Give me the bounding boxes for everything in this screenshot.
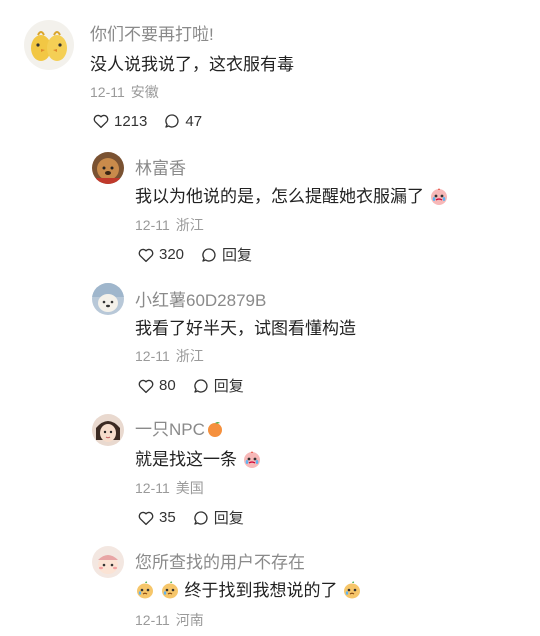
comment-text-row: 终于找到我想说的了 bbox=[135, 576, 362, 601]
reply-label: 回复 bbox=[213, 378, 244, 395]
comment-meta: 12-11 浙江 bbox=[135, 215, 204, 235]
comment-date: 12-11 bbox=[90, 84, 125, 100]
avatar[interactable] bbox=[24, 20, 74, 70]
comment-meta: 12-11 河南 bbox=[135, 610, 204, 630]
reply-count: 47 bbox=[185, 112, 203, 130]
comment-bubble-icon bbox=[193, 510, 208, 525]
crying-face-icon bbox=[430, 188, 447, 205]
comment-bubble-icon bbox=[193, 378, 208, 393]
comment-text-row: 我以为他说的是，怎么提醒她衣服漏了 bbox=[135, 182, 449, 207]
teary-face-icon bbox=[344, 581, 361, 599]
comment-actions: 320 回复 bbox=[137, 244, 252, 265]
comment-location: 安徽 bbox=[130, 84, 159, 100]
comment-location: 河南 bbox=[175, 612, 204, 628]
reply-label: 回复 bbox=[222, 247, 253, 264]
like-button[interactable]: 80 bbox=[137, 377, 176, 395]
comment-text-row: 就是找这一条 bbox=[135, 445, 262, 470]
username[interactable]: 小红薯60D2879B bbox=[135, 286, 266, 311]
heart-icon bbox=[138, 379, 154, 393]
heart-icon bbox=[93, 114, 109, 129]
like-button[interactable]: 35 bbox=[137, 509, 176, 527]
comment-location: 浙江 bbox=[175, 217, 204, 233]
teary-face-icon bbox=[137, 581, 153, 599]
comment-text: 终于找到我想说的了 bbox=[184, 581, 338, 600]
avatar[interactable] bbox=[92, 283, 124, 315]
comment-meta: 12-11 浙江 bbox=[135, 346, 204, 366]
comment-date: 12-11 bbox=[135, 348, 170, 364]
like-count: 80 bbox=[159, 377, 176, 394]
like-button[interactable]: 1213 bbox=[92, 112, 147, 130]
username[interactable]: 林富香 bbox=[135, 154, 186, 179]
comment-bubble-icon bbox=[202, 247, 216, 262]
reply-button[interactable]: 回复 bbox=[200, 244, 252, 265]
orange-icon bbox=[207, 422, 222, 437]
heart-icon bbox=[138, 511, 154, 525]
comment-location: 浙江 bbox=[175, 348, 204, 364]
like-count: 35 bbox=[159, 509, 176, 526]
comment-bubble-icon bbox=[165, 114, 179, 128]
comment-actions: 80 回复 bbox=[137, 375, 244, 396]
crying-face-icon bbox=[243, 451, 260, 468]
teary-face-icon bbox=[161, 581, 178, 599]
avatar[interactable] bbox=[92, 546, 124, 578]
username[interactable]: 您所查找的用户不存在 bbox=[135, 548, 305, 573]
reply-button[interactable]: 47 bbox=[163, 112, 202, 130]
like-button[interactable]: 320 bbox=[137, 246, 184, 264]
comment-actions: 35 回复 bbox=[137, 507, 244, 528]
comment-meta: 12-11 安徽 bbox=[90, 82, 159, 102]
comment-text: 我看了好半天，试图看懂构造 bbox=[135, 319, 356, 338]
comment-text: 没人说我说了，这衣服有毒 bbox=[90, 55, 294, 74]
comment-text: 就是找这一条 bbox=[135, 450, 237, 469]
username: 一只NPC bbox=[135, 420, 205, 439]
avatar[interactable] bbox=[92, 414, 124, 446]
reply-button[interactable]: 回复 bbox=[192, 507, 244, 528]
reply-button[interactable]: 回复 bbox=[192, 375, 244, 396]
comment-date: 12-11 bbox=[135, 480, 170, 496]
comment-actions: 1213 47 bbox=[92, 112, 202, 130]
comment-date: 12-11 bbox=[135, 612, 170, 628]
comment-meta: 12-11 美国 bbox=[135, 478, 204, 498]
comment-date: 12-11 bbox=[135, 217, 170, 233]
username[interactable]: 你们不要再打啦! bbox=[90, 20, 214, 45]
reply-label: 回复 bbox=[213, 510, 244, 527]
heart-icon bbox=[138, 248, 154, 262]
avatar[interactable] bbox=[92, 152, 124, 184]
like-count: 320 bbox=[159, 246, 185, 263]
like-count: 1213 bbox=[114, 112, 148, 130]
comment-location: 美国 bbox=[175, 480, 204, 496]
username-row[interactable]: 一只NPC bbox=[135, 415, 224, 440]
comment-text: 我以为他说的是，怎么提醒她衣服漏了 bbox=[135, 187, 424, 206]
